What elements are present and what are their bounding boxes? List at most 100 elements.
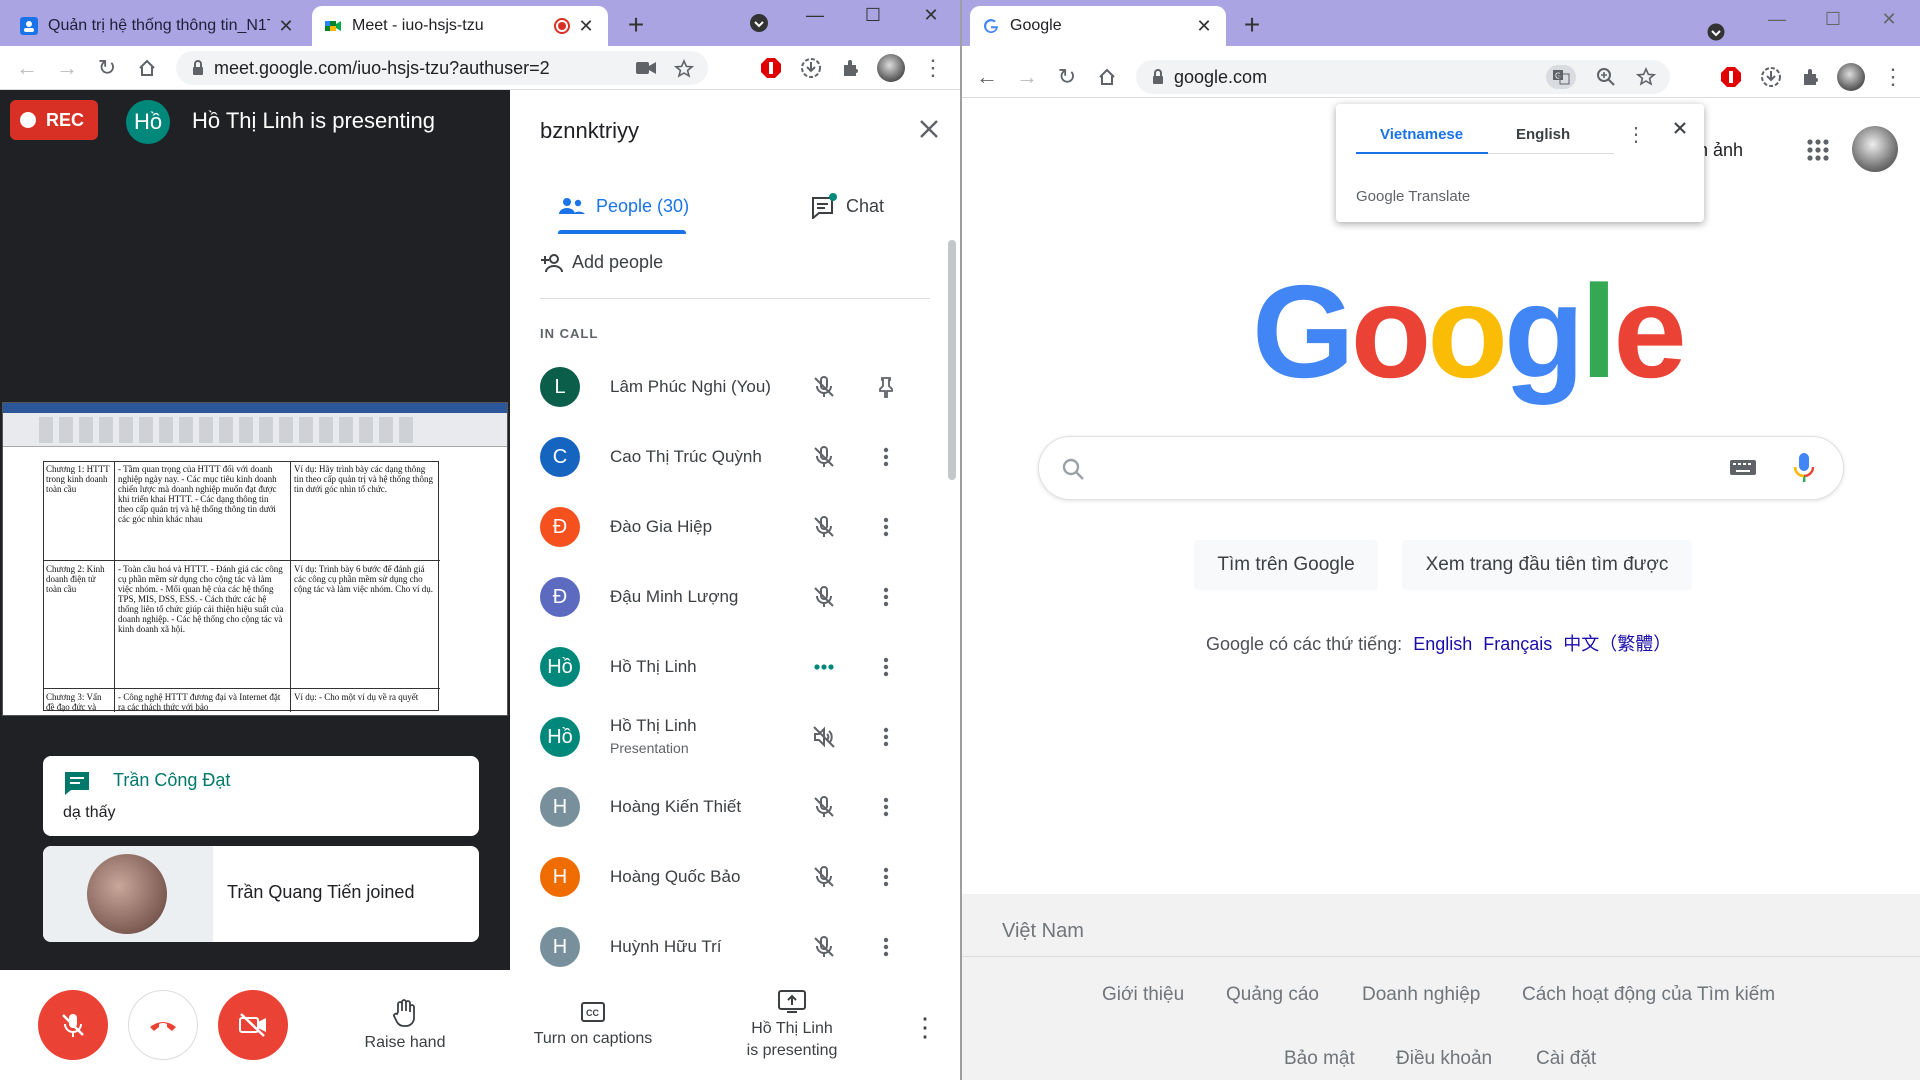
participant-row[interactable]: Hồ Hồ Thị Linh (540, 632, 940, 702)
maximize-button[interactable]: ☐ (1808, 4, 1858, 34)
bookmark-star-icon[interactable] (1636, 67, 1656, 87)
mic-toggle-button[interactable] (38, 990, 108, 1060)
bookmark-star-icon[interactable] (674, 59, 694, 79)
chat-notification[interactable]: Trần Công Đạt dạ thấy (43, 756, 479, 836)
google-search-button[interactable]: Tìm trên Google (1194, 540, 1378, 590)
more-options-icon[interactable] (874, 655, 898, 679)
reload-button[interactable]: ↻ (92, 53, 122, 83)
participant-row[interactable]: C Cao Thị Trúc Quỳnh (540, 422, 940, 492)
translate-options-icon[interactable]: ⋮ (1626, 122, 1646, 147)
download-extension-icon[interactable] (796, 53, 826, 83)
translate-icon[interactable]: G (1546, 65, 1576, 89)
tab-close-icon[interactable]: ✕ (276, 16, 296, 36)
footer-link-about[interactable]: Giới thiệu (1102, 984, 1184, 1006)
mic-off-icon[interactable] (812, 795, 836, 819)
participant-row[interactable]: Đ Đậu Minh Lượng (540, 562, 940, 632)
translate-tab-vietnamese[interactable]: Vietnamese (1380, 126, 1463, 143)
account-avatar[interactable] (1852, 126, 1898, 172)
new-tab-button[interactable]: + (620, 9, 652, 41)
camera-indicator-icon[interactable] (636, 61, 656, 75)
participant-row[interactable]: Đ Đào Gia Hiệp (540, 492, 940, 562)
adblock-extension-icon[interactable] (1716, 62, 1746, 92)
more-options-icon[interactable] (874, 585, 898, 609)
participant-row[interactable]: H Hoàng Quốc Bảo (540, 842, 940, 912)
minimize-button[interactable]: — (1752, 4, 1802, 34)
maximize-button[interactable]: ☐ (848, 0, 898, 30)
mic-off-icon[interactable] (812, 515, 836, 539)
leave-call-button[interactable] (128, 990, 198, 1060)
participant-row[interactable]: Hồ Hồ Thị Linh Presentation (540, 702, 940, 772)
home-button[interactable] (132, 53, 162, 83)
participant-row[interactable]: H Hoàng Kiến Thiết (540, 772, 940, 842)
add-people-button[interactable]: Add people (540, 252, 663, 273)
browser-menu-icon[interactable]: ⋮ (1878, 62, 1908, 92)
footer-link-privacy[interactable]: Bảo mật (1284, 1048, 1355, 1070)
mic-off-icon[interactable] (812, 935, 836, 959)
zoom-icon[interactable] (1596, 67, 1616, 87)
forward-button[interactable]: → (52, 53, 82, 83)
mic-off-icon[interactable] (812, 585, 836, 609)
voice-search-mic-icon[interactable] (1793, 451, 1815, 485)
tab-search-icon[interactable] (1706, 22, 1726, 42)
volume-off-icon[interactable] (812, 725, 836, 749)
tab-classroom[interactable]: Quản trị hệ thống thông tin_N1T ✕ (8, 6, 308, 46)
adblock-extension-icon[interactable] (756, 53, 786, 83)
raise-hand-button[interactable]: Raise hand (350, 990, 460, 1060)
browser-menu-icon[interactable]: ⋮ (918, 53, 948, 83)
footer-link-settings[interactable]: Cài đặt (1536, 1048, 1596, 1070)
mic-off-icon[interactable] (812, 865, 836, 889)
presenting-button[interactable]: Hồ Thị Linh is presenting (730, 982, 854, 1068)
feeling-lucky-button[interactable]: Xem trang đầu tiên tìm được (1402, 540, 1692, 590)
profile-avatar[interactable] (1836, 62, 1866, 92)
back-button[interactable]: ← (972, 62, 1002, 92)
back-button[interactable]: ← (12, 53, 42, 83)
tab-search-icon[interactable] (748, 12, 770, 34)
pin-icon[interactable] (874, 375, 898, 399)
address-bar[interactable]: meet.google.com/iuo-hsjs-tzu?authuser=2 (176, 51, 708, 85)
mic-off-icon[interactable] (812, 445, 836, 469)
camera-toggle-button[interactable] (218, 990, 288, 1060)
close-panel-icon[interactable] (918, 118, 940, 140)
extensions-puzzle-icon[interactable] (1796, 62, 1826, 92)
footer-link-how-search-works[interactable]: Cách hoạt động của Tìm kiếm (1522, 984, 1775, 1006)
tab-people[interactable]: People (30) (558, 182, 689, 230)
tab-chat[interactable]: Chat (810, 182, 884, 230)
search-input[interactable] (1038, 436, 1844, 500)
language-link-chinese[interactable]: 中文（繁體） (1563, 634, 1671, 654)
more-options-icon[interactable] (874, 935, 898, 959)
keyboard-icon[interactable] (1729, 457, 1757, 477)
language-link-english[interactable]: English (1413, 634, 1472, 654)
footer-link-terms[interactable]: Điều khoản (1396, 1048, 1492, 1070)
close-translate-icon[interactable] (1672, 120, 1688, 136)
new-tab-button[interactable]: + (1236, 9, 1268, 41)
panel-scrollbar[interactable] (948, 240, 956, 480)
tab-google[interactable]: Google ✕ (970, 6, 1226, 46)
participant-row[interactable]: H Huỳnh Hữu Trí (540, 912, 940, 982)
close-window-button[interactable]: ✕ (1864, 4, 1914, 34)
footer-link-business[interactable]: Doanh nghiệp (1362, 984, 1480, 1006)
more-options-icon[interactable] (874, 515, 898, 539)
home-button[interactable] (1092, 62, 1122, 92)
shared-screen[interactable]: Chương 1: HTTT trong kinh doanh toàn cầu… (2, 402, 508, 716)
participant-row[interactable]: L Lâm Phúc Nghi (You) (540, 352, 940, 422)
footer-link-advertising[interactable]: Quảng cáo (1226, 984, 1319, 1006)
close-window-button[interactable]: ✕ (906, 0, 956, 30)
forward-button[interactable]: → (1012, 62, 1042, 92)
more-options-icon[interactable]: ⋮ (912, 1012, 938, 1043)
captions-button[interactable]: CC Turn on captions (520, 990, 666, 1060)
reload-button[interactable]: ↻ (1052, 62, 1082, 92)
download-extension-icon[interactable] (1756, 62, 1786, 92)
mic-off-icon[interactable] (812, 375, 836, 399)
profile-avatar[interactable] (876, 53, 906, 83)
address-bar[interactable]: google.com G (1136, 60, 1670, 94)
apps-grid-icon[interactable] (1806, 138, 1830, 162)
translate-tab-english[interactable]: English (1516, 126, 1570, 143)
more-options-icon[interactable] (874, 725, 898, 749)
more-options-icon[interactable] (874, 795, 898, 819)
more-options-icon[interactable] (874, 445, 898, 469)
minimize-button[interactable]: — (790, 0, 840, 30)
extensions-puzzle-icon[interactable] (836, 53, 866, 83)
tab-close-icon[interactable]: ✕ (1194, 16, 1214, 36)
more-options-icon[interactable] (874, 865, 898, 889)
tab-meet[interactable]: Meet - iuo-hsjs-tzu ✕ (312, 6, 608, 46)
